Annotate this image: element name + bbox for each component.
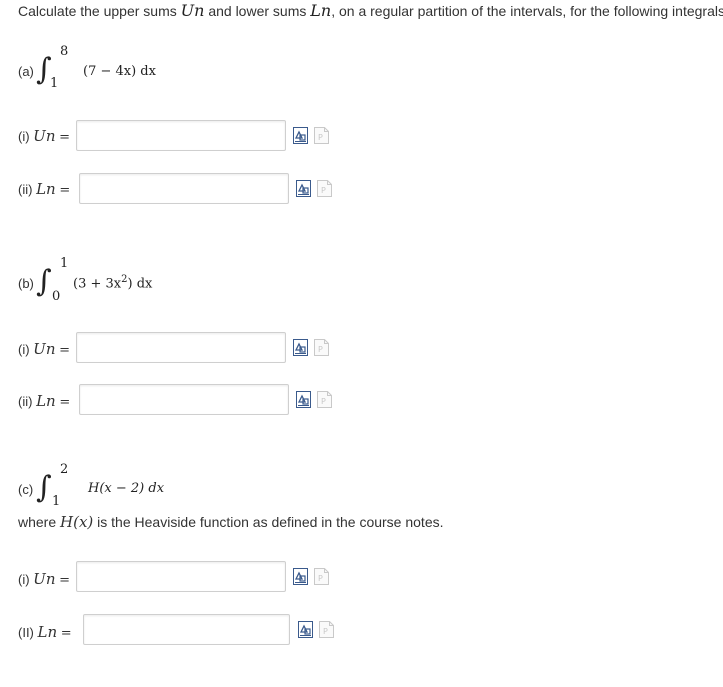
answer-input-c-un[interactable] [76, 561, 286, 592]
math-editor-icon[interactable] [293, 339, 308, 356]
part-index: (i) [18, 342, 30, 357]
equals-sign: = [59, 573, 71, 588]
svg-text:P: P [318, 345, 323, 354]
equals-sign: = [59, 130, 71, 145]
ln-symbol: Ln [37, 623, 58, 641]
svg-text:P: P [321, 186, 326, 195]
intro-text-mid: and lower sums [204, 3, 311, 19]
un-symbol: Un [33, 340, 56, 358]
integrand-text-end: ) dx [127, 276, 153, 292]
answer-input-a-un[interactable] [76, 120, 286, 151]
svg-text:P: P [318, 133, 323, 142]
lower-limit: 1 [52, 494, 61, 509]
ln-symbol: Ln [310, 1, 332, 20]
math-editor-icon[interactable] [293, 127, 308, 144]
answer-input-b-un[interactable] [76, 332, 286, 363]
ln-symbol: Ln [36, 180, 56, 198]
problem-c-label: (c) [18, 482, 34, 497]
part-label: (i) Un = [18, 570, 70, 588]
part-index: (i) [18, 129, 30, 144]
svg-text:P: P [321, 397, 326, 406]
un-symbol: Un [180, 1, 205, 20]
part-label: (i) Un = [18, 127, 70, 145]
math-editor-icon[interactable] [298, 621, 313, 638]
integrand: H(x − 2) dx [88, 481, 165, 496]
part-label: (ii) Ln = [18, 392, 70, 410]
answer-help-icon[interactable]: P [314, 127, 329, 144]
equals-sign: = [60, 626, 72, 641]
intro-text-post: , on a regular partition of the interval… [331, 3, 723, 19]
upper-limit: 2 [60, 462, 69, 477]
part-label: (i) Un = [18, 340, 70, 358]
answer-help-icon[interactable]: P [319, 621, 334, 638]
ln-symbol: Ln [36, 392, 56, 410]
svg-text:P: P [318, 574, 323, 583]
intro-text: Calculate the upper sums [18, 3, 181, 19]
answer-help-icon[interactable]: P [317, 391, 332, 408]
part-index: (ii) [18, 182, 33, 197]
lower-limit: 1 [50, 76, 59, 91]
part-index: (II) [18, 625, 34, 640]
lower-limit: 0 [52, 289, 61, 304]
problem-a-label: (a) [18, 64, 34, 79]
integrand-text: (3 + 3x [73, 276, 122, 292]
part-index: (ii) [18, 394, 33, 409]
answer-input-b-ln[interactable] [79, 384, 289, 415]
un-symbol: Un [33, 570, 56, 588]
integrand: (7 − 4x) dx [83, 64, 156, 79]
answer-help-icon[interactable]: P [314, 568, 329, 585]
un-symbol: Un [33, 127, 56, 145]
upper-limit: 1 [60, 256, 69, 271]
part-label: (ii) Ln = [18, 180, 70, 198]
integral-sign: ∫ [36, 264, 52, 299]
note-text: where [18, 514, 61, 530]
answer-input-c-ln[interactable] [83, 614, 290, 645]
part-index: (i) [18, 572, 30, 587]
heaviside-note: where H(x) is the Heaviside function as … [18, 513, 444, 531]
answer-input-a-ln[interactable] [79, 173, 289, 204]
math-editor-icon[interactable] [296, 391, 311, 408]
integrand: (3 + 3x2) dx [73, 274, 152, 291]
note-text-end: is the Heaviside function as defined in … [93, 514, 444, 530]
svg-text:P: P [323, 627, 328, 636]
math-editor-icon[interactable] [296, 180, 311, 197]
upper-limit: 8 [60, 44, 69, 59]
equals-sign: = [59, 395, 71, 410]
integral-sign: ∫ [36, 470, 52, 505]
instructions-text: Calculate the upper sums Un and lower su… [18, 1, 723, 20]
part-label: (II) Ln = [18, 623, 72, 641]
answer-help-icon[interactable]: P [317, 180, 332, 197]
problem-b-label: (b) [18, 276, 34, 291]
answer-help-icon[interactable]: P [314, 339, 329, 356]
equals-sign: = [59, 343, 71, 358]
heaviside-symbol: H(x) [60, 513, 94, 531]
math-editor-icon[interactable] [293, 568, 308, 585]
equals-sign: = [59, 183, 71, 198]
